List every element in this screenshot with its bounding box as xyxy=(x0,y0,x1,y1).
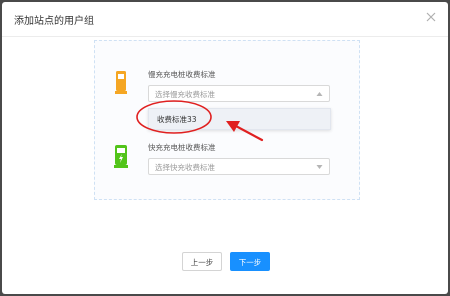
dropdown-option[interactable]: 收费标准33 xyxy=(149,109,330,129)
slow-charge-select[interactable]: 选择慢充收费标准 xyxy=(148,85,330,102)
fast-charge-label: 快充充电桩收费标准 xyxy=(148,143,216,152)
prev-step-button[interactable]: 上一步 xyxy=(182,252,222,271)
fast-charge-placeholder: 选择快充收费标准 xyxy=(155,163,215,172)
dialog-header: 添加站点的用户组 xyxy=(2,2,448,37)
next-step-button[interactable]: 下一步 xyxy=(230,252,270,271)
slow-charge-placeholder: 选择慢充收费标准 xyxy=(155,90,215,99)
chevron-down-icon xyxy=(316,165,323,169)
dialog-title: 添加站点的用户组 xyxy=(14,16,94,27)
slow-charger-icon xyxy=(115,71,127,94)
form-panel: 慢充充电桩收费标准 选择慢充收费标准 收费标准33 快充充电桩收费标准 选择快充… xyxy=(94,40,360,200)
fast-charge-select[interactable]: 选择快充收费标准 xyxy=(148,158,330,175)
slow-charge-label: 慢充充电桩收费标准 xyxy=(148,70,216,79)
dropdown-option-label: 收费标准33 xyxy=(157,115,197,124)
chevron-up-icon xyxy=(316,92,323,96)
slow-charge-dropdown: 收费标准33 xyxy=(148,108,331,130)
dialog: 添加站点的用户组 慢充充电桩收费标准 选择慢充收费标准 收费标准33 快充充电桩… xyxy=(2,2,448,294)
fast-charger-icon xyxy=(114,145,128,168)
close-icon[interactable] xyxy=(424,10,438,24)
